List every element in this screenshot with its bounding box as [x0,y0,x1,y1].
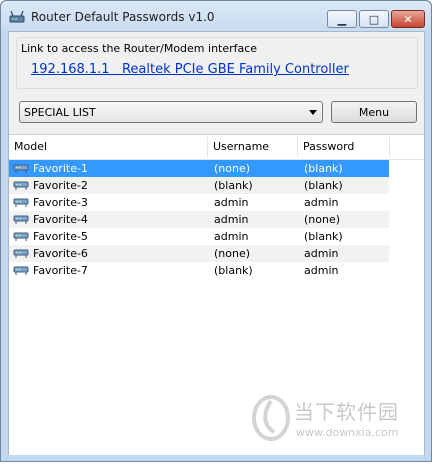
row-model: Favorite-2 [33,179,88,192]
row-model: Favorite-4 [33,213,88,226]
row-password: admin [304,264,339,277]
router-interface-link[interactable]: 192.168.1.1 Realtek PCIe GBE Family Cont… [31,62,349,77]
router-icon [13,249,29,258]
row-model: Favorite-5 [33,230,88,243]
menu-button[interactable]: Menu [331,101,417,123]
row-model: Favorite-3 [33,196,88,209]
row-username: admin [214,213,249,226]
title-bar[interactable]: Router Default Passwords v1.0 ▁ □ ✕ [1,1,431,33]
row-password: admin [304,196,339,209]
table-row[interactable]: Favorite-7 (blank) admin [9,262,389,279]
row-model: Favorite-1 [33,162,88,175]
column-header-username[interactable]: Username [208,135,297,159]
row-username: admin [214,230,249,243]
router-icon [13,232,29,241]
table-row[interactable]: Favorite-4 admin (none) [9,211,389,228]
row-model: Favorite-6 [33,247,88,260]
row-password: admin [304,247,339,260]
column-header-model[interactable]: Model [9,135,207,159]
table-row[interactable]: Favorite-5 admin (blank) [9,228,389,245]
router-icon [13,164,29,173]
site-watermark: 当下软件园 www.downxia.com [250,390,420,450]
row-username: (none) [214,162,251,175]
chevron-down-icon [309,110,317,115]
table-row[interactable]: Favorite-6 (none) admin [9,245,389,262]
list-select-value: SPECIAL LIST [24,106,96,119]
watermark-text: 当下软件园 [294,400,399,424]
row-username: (none) [214,247,251,260]
row-password: (none) [304,213,341,226]
row-model: Favorite-7 [33,264,88,277]
row-username: admin [214,196,249,209]
close-icon: ✕ [403,12,413,26]
table-row[interactable]: Favorite-3 admin admin [9,194,389,211]
row-username: (blank) [214,264,253,277]
watermark-url: www.downxia.com [296,426,399,439]
link-group-label: Link to access the Router/Modem interfac… [21,42,258,55]
row-password: (blank) [304,179,343,192]
router-icon [13,198,29,207]
close-button[interactable]: ✕ [391,10,425,28]
router-app-icon [9,10,25,23]
maximize-button[interactable]: □ [359,10,389,28]
list-header: Model Username Password [9,135,424,160]
column-divider[interactable] [389,137,390,157]
window-title: Router Default Passwords v1.0 [31,10,215,24]
list-select-dropdown[interactable]: SPECIAL LIST [19,101,323,123]
watermark-logo-icon [252,395,290,441]
row-password: (blank) [304,162,343,175]
table-row[interactable]: Favorite-2 (blank) (blank) [9,177,389,194]
router-icon [13,266,29,275]
minimize-icon: ▁ [337,12,347,26]
row-username: (blank) [214,179,253,192]
link-groupbox: Link to access the Router/Modem interfac… [16,37,418,89]
router-icon [13,181,29,190]
minimize-button[interactable]: ▁ [327,10,357,28]
column-header-password[interactable]: Password [298,135,389,159]
router-icon [13,215,29,224]
table-row[interactable]: Favorite-1 (none) (blank) [9,160,389,177]
maximize-icon: □ [368,12,380,26]
row-password: (blank) [304,230,343,243]
